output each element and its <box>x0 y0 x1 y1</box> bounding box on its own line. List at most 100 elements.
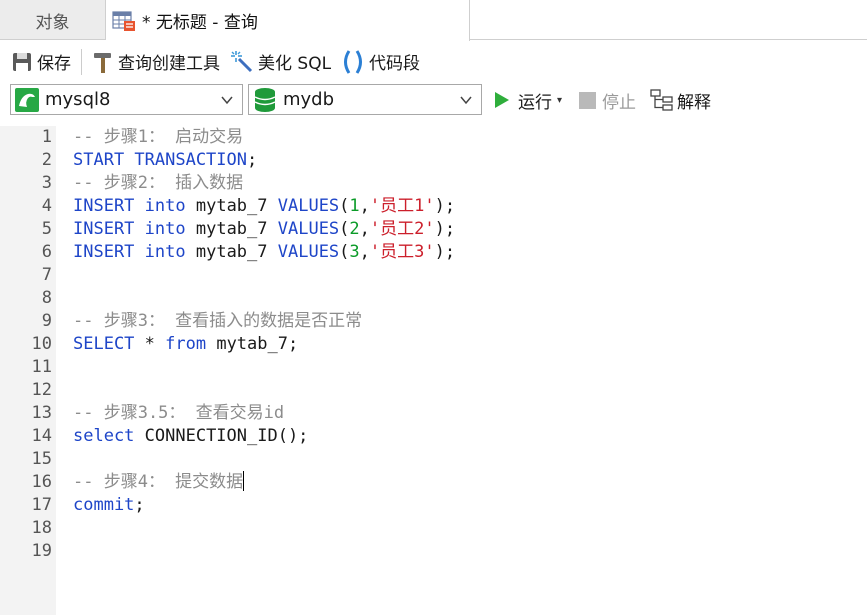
database-select-value: mydb <box>283 89 335 110</box>
code-line[interactable]: INSERT into mytab_7 VALUES(2,'员工2'); <box>73 218 455 241</box>
tab-objects-label: 对象 <box>35 12 70 33</box>
code-snippet-label: 代码段 <box>369 54 421 74</box>
connection-select-value: mysql8 <box>45 89 111 110</box>
line-number: 6 <box>41 242 52 262</box>
toolbar-divider <box>81 48 82 75</box>
connection-select[interactable]: mysql8 <box>10 84 243 115</box>
code-token-keyword: into <box>144 242 186 262</box>
code-token-keyword: into <box>144 196 186 216</box>
line-number: 7 <box>41 265 52 285</box>
code-token-string: '员工2' <box>369 219 435 239</box>
mysql-dolphin-icon <box>15 87 39 112</box>
line-number: 14 <box>31 426 52 446</box>
tab-query-label: * 无标题 - 查询 <box>142 13 258 33</box>
code-token-plain: CONNECTION_ID(); <box>134 426 309 446</box>
line-number: 3 <box>41 173 52 193</box>
connection-toolbar: mysql8 mydb 运行 ▾ 停止 解释 <box>0 84 867 120</box>
text-caret <box>243 471 245 491</box>
beautify-sql-label: 美化 SQL <box>258 54 332 74</box>
line-number: 16 <box>31 472 52 492</box>
tab-objects[interactable]: 对象 <box>0 0 106 40</box>
code-line[interactable]: INSERT into mytab_7 VALUES(1,'员工1'); <box>73 195 455 218</box>
code-token-comment: -- 步骤2： 插入数据 <box>73 173 244 193</box>
code-token-number: 2 <box>349 219 360 239</box>
main-toolbar: 保存 查询创建工具 美化 SQL 代码段 <box>0 41 867 82</box>
code-token-plain: ); <box>434 242 456 262</box>
run-dropdown-arrow-icon[interactable]: ▾ <box>557 95 562 106</box>
line-number: 10 <box>31 334 52 354</box>
line-number: 11 <box>31 357 52 377</box>
line-number: 13 <box>31 403 52 423</box>
tab-query[interactable]: * 无标题 - 查询 <box>106 0 470 41</box>
query-table-icon <box>112 10 136 32</box>
code-token-plain: , <box>359 196 370 216</box>
line-number: 18 <box>31 518 52 538</box>
line-number: 12 <box>31 380 52 400</box>
code-token-plain: mytab_7; <box>206 334 299 354</box>
line-number-gutter: 1 2 3 4 5 6 7 8 9 10 11 12 13 14 15 16 17 18 19 <box>0 126 56 615</box>
code-token-plain: , <box>359 242 370 262</box>
code-token-keyword: INSERT <box>73 219 135 239</box>
code-token-keyword: VALUES <box>277 242 340 262</box>
code-token-plain: ); <box>434 196 456 216</box>
code-line[interactable]: -- 步骤3： 查看插入的数据是否正常 <box>73 310 362 333</box>
code-line[interactable]: select CONNECTION_ID(); <box>73 425 308 448</box>
code-token-number: 1 <box>349 196 360 216</box>
code-token-plain: , <box>359 219 370 239</box>
code-token-plain: mytab_7 <box>185 219 278 239</box>
code-token-keyword: START TRANSACTION <box>73 150 247 170</box>
code-line[interactable]: -- 步骤3.5： 查看交易id <box>73 402 284 425</box>
code-line[interactable]: -- 步骤1： 启动交易 <box>73 126 243 149</box>
code-token-keyword: select <box>73 426 135 446</box>
code-line[interactable]: -- 步骤4： 提交数据 <box>73 471 245 494</box>
code-token-plain: * <box>134 334 166 354</box>
line-number: 17 <box>31 495 52 515</box>
save-icon <box>11 51 33 73</box>
parentheses-icon <box>341 49 365 75</box>
query-builder-label: 查询创建工具 <box>118 54 220 74</box>
code-line[interactable]: START TRANSACTION; <box>73 149 257 172</box>
tab-bar: 对象 * 无标题 - 查询 <box>0 0 867 41</box>
sql-editor[interactable]: 1 2 3 4 5 6 7 8 9 10 11 12 13 14 15 16 17 18 19 -- 步骤1： 启动… <box>0 126 867 615</box>
stop-button[interactable]: 停止 <box>579 86 636 114</box>
stop-label: 停止 <box>602 92 636 113</box>
code-token-keyword: commit <box>73 495 135 515</box>
code-token-comment: -- 步骤3： 查看插入的数据是否正常 <box>73 311 363 331</box>
code-token-keyword: into <box>144 219 186 239</box>
chevron-down-icon <box>220 93 234 107</box>
code-token-plain: ( <box>339 196 350 216</box>
code-token-plain: ; <box>134 495 145 515</box>
code-token-plain: ; <box>247 150 258 170</box>
database-select[interactable]: mydb <box>248 84 482 115</box>
code-line[interactable]: INSERT into mytab_7 VALUES(3,'员工3'); <box>73 241 455 264</box>
code-token-plain: mytab_7 <box>185 242 278 262</box>
hammer-icon <box>92 50 114 74</box>
line-number: 4 <box>41 196 52 216</box>
code-token-keyword: INSERT <box>73 196 135 216</box>
code-line[interactable]: SELECT * from mytab_7; <box>73 333 298 356</box>
code-line[interactable]: commit; <box>73 494 145 517</box>
code-token-keyword: VALUES <box>277 219 340 239</box>
explain-button[interactable]: 解释 <box>650 86 711 114</box>
run-button[interactable]: 运行 ▾ <box>494 86 562 114</box>
code-token-comment: -- 步骤1： 启动交易 <box>73 127 244 147</box>
code-token-plain: ( <box>339 242 350 262</box>
run-label: 运行 <box>518 92 552 113</box>
explain-tree-icon <box>650 88 674 112</box>
line-number: 2 <box>41 150 52 170</box>
tab-strip-empty-area <box>470 0 867 40</box>
save-button[interactable]: 保存 <box>8 47 74 77</box>
query-builder-button[interactable]: 查询创建工具 <box>89 47 223 77</box>
beautify-sql-button[interactable]: 美化 SQL <box>227 47 334 77</box>
stop-square-icon <box>579 91 596 109</box>
line-number: 15 <box>31 449 52 469</box>
magic-wand-icon <box>230 50 254 74</box>
save-label: 保存 <box>37 54 71 74</box>
line-number: 5 <box>41 219 52 239</box>
code-token-comment: -- 步骤3.5： 查看交易id <box>73 403 285 423</box>
code-token-plain: ( <box>339 219 350 239</box>
code-snippet-button[interactable]: 代码段 <box>338 47 423 77</box>
code-line[interactable]: -- 步骤2： 插入数据 <box>73 172 243 195</box>
